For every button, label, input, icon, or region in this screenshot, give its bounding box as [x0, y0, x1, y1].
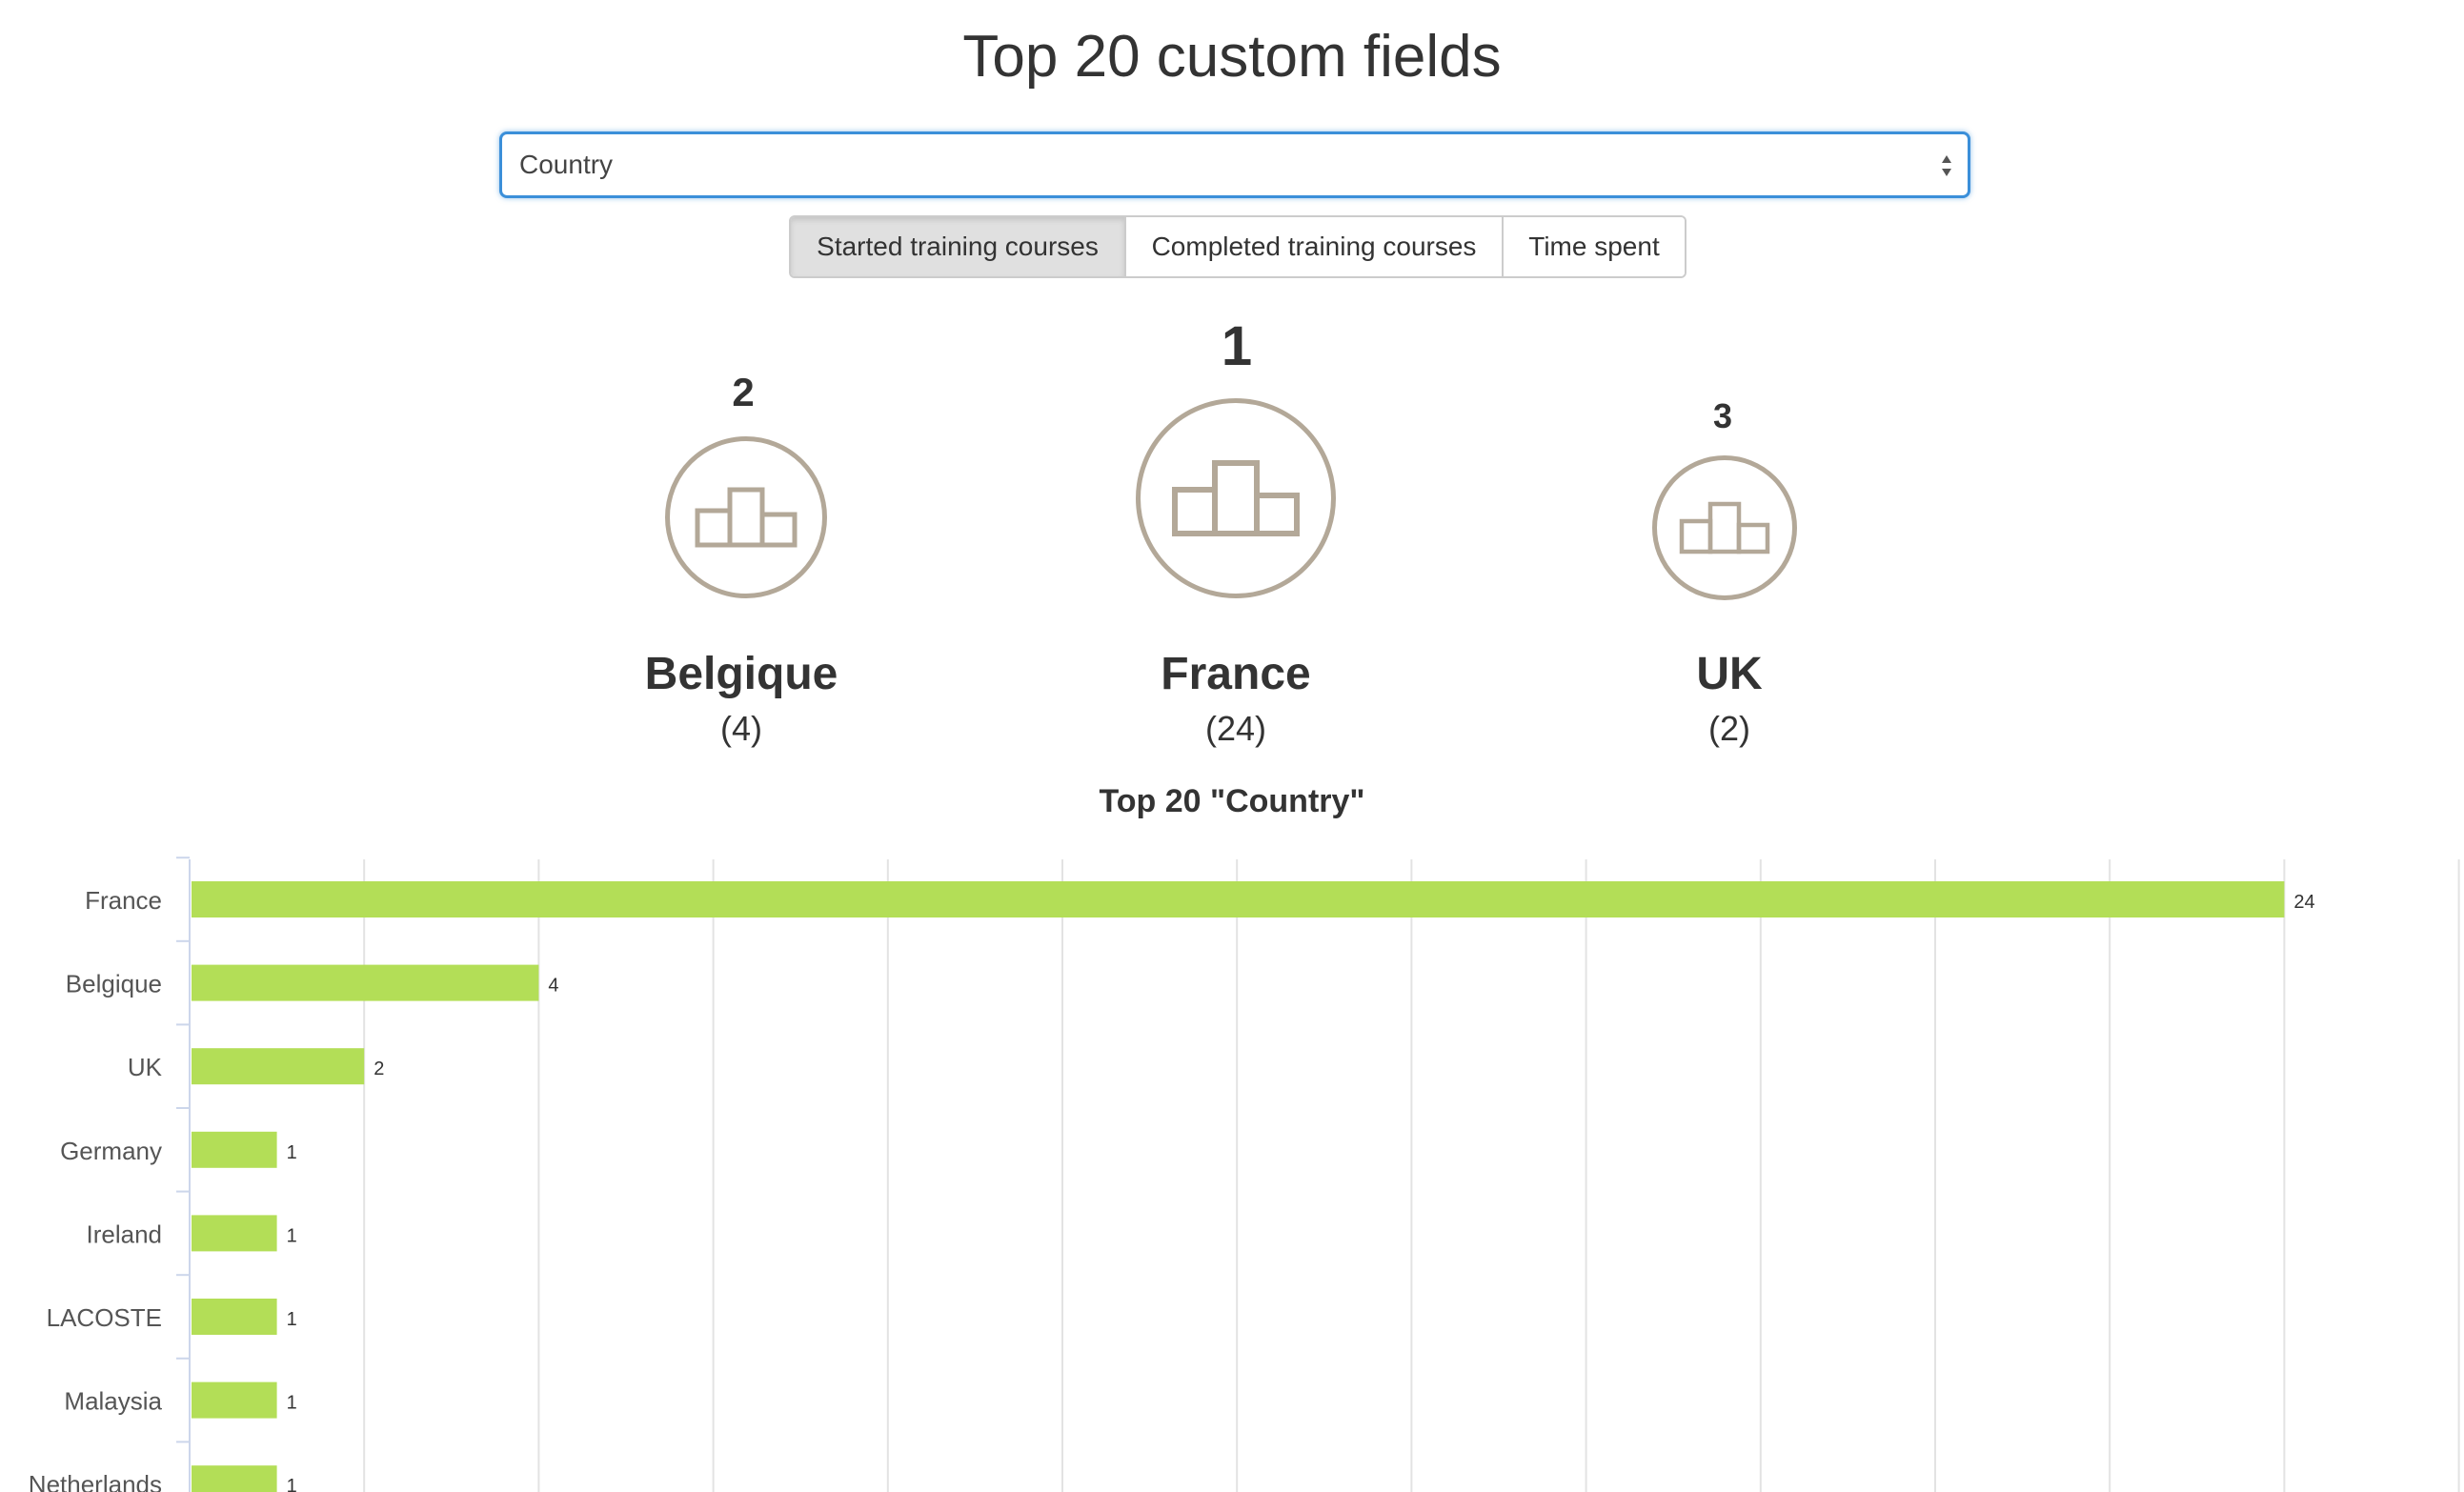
podium-icon [1652, 455, 1797, 600]
select-arrows-icon [1942, 155, 1951, 176]
category-label: France [85, 886, 162, 915]
tab-started-training-courses[interactable]: Started training courses [791, 217, 1126, 276]
podium-second-count: (4) [720, 709, 762, 748]
bar [192, 1215, 277, 1252]
podium-first-rank: 1 [1221, 315, 1253, 377]
bar-value-label: 24 [2293, 892, 2314, 913]
bar [192, 1299, 277, 1335]
bar-value-label: 4 [548, 976, 558, 997]
category-label: Malaysia [64, 1387, 162, 1416]
bar-value-label: 1 [287, 1142, 297, 1163]
bar [192, 1465, 277, 1492]
custom-field-select[interactable]: Country [499, 131, 1970, 198]
bar-value-label: 1 [287, 1309, 297, 1330]
category-label: Germany [60, 1137, 162, 1165]
tab-completed-training-courses[interactable]: Completed training courses [1126, 217, 1504, 276]
podium-second-name: Belgique [644, 649, 838, 699]
bar-value-label: 1 [287, 1393, 297, 1414]
bar-value-label: 1 [287, 1476, 297, 1492]
bar-value-label: 2 [374, 1059, 384, 1079]
metric-tab-group: Started training courses Completed train… [789, 215, 1686, 278]
category-label: UK [128, 1053, 163, 1081]
category-label: Netherlands [29, 1470, 162, 1492]
podium-icon [1136, 398, 1336, 598]
podium-first-count: (24) [1204, 709, 1267, 748]
page-title: Top 20 custom fields [962, 24, 1502, 90]
category-label: LACOSTE [47, 1303, 162, 1332]
podium-second-rank: 2 [732, 370, 755, 414]
tab-time-spent[interactable]: Time spent [1504, 217, 1685, 276]
chart-title: Top 20 "Country" [1099, 783, 1365, 819]
podium-third-rank: 3 [1712, 396, 1733, 435]
podium-first-name: France [1161, 649, 1311, 699]
page: Top 20 custom fields Country Started tra… [0, 0, 2464, 1492]
bar [192, 1381, 277, 1419]
bar [192, 1048, 365, 1085]
bar [192, 1131, 277, 1168]
category-label: Belgique [66, 970, 162, 998]
bar [192, 964, 539, 1001]
category-label: Ireland [87, 1220, 163, 1248]
custom-field-select-value: Country [519, 150, 614, 179]
bar-value-label: 1 [287, 1225, 297, 1246]
country-bar-chart: France 24 Belgique 4 UK 2 Germany 1 Ireland 1 LACO… [29, 857, 2460, 1492]
bar [192, 881, 2285, 917]
podium-third-name: UK [1696, 649, 1763, 699]
podium-third-count: (2) [1708, 709, 1750, 748]
podium-icon [665, 436, 827, 598]
